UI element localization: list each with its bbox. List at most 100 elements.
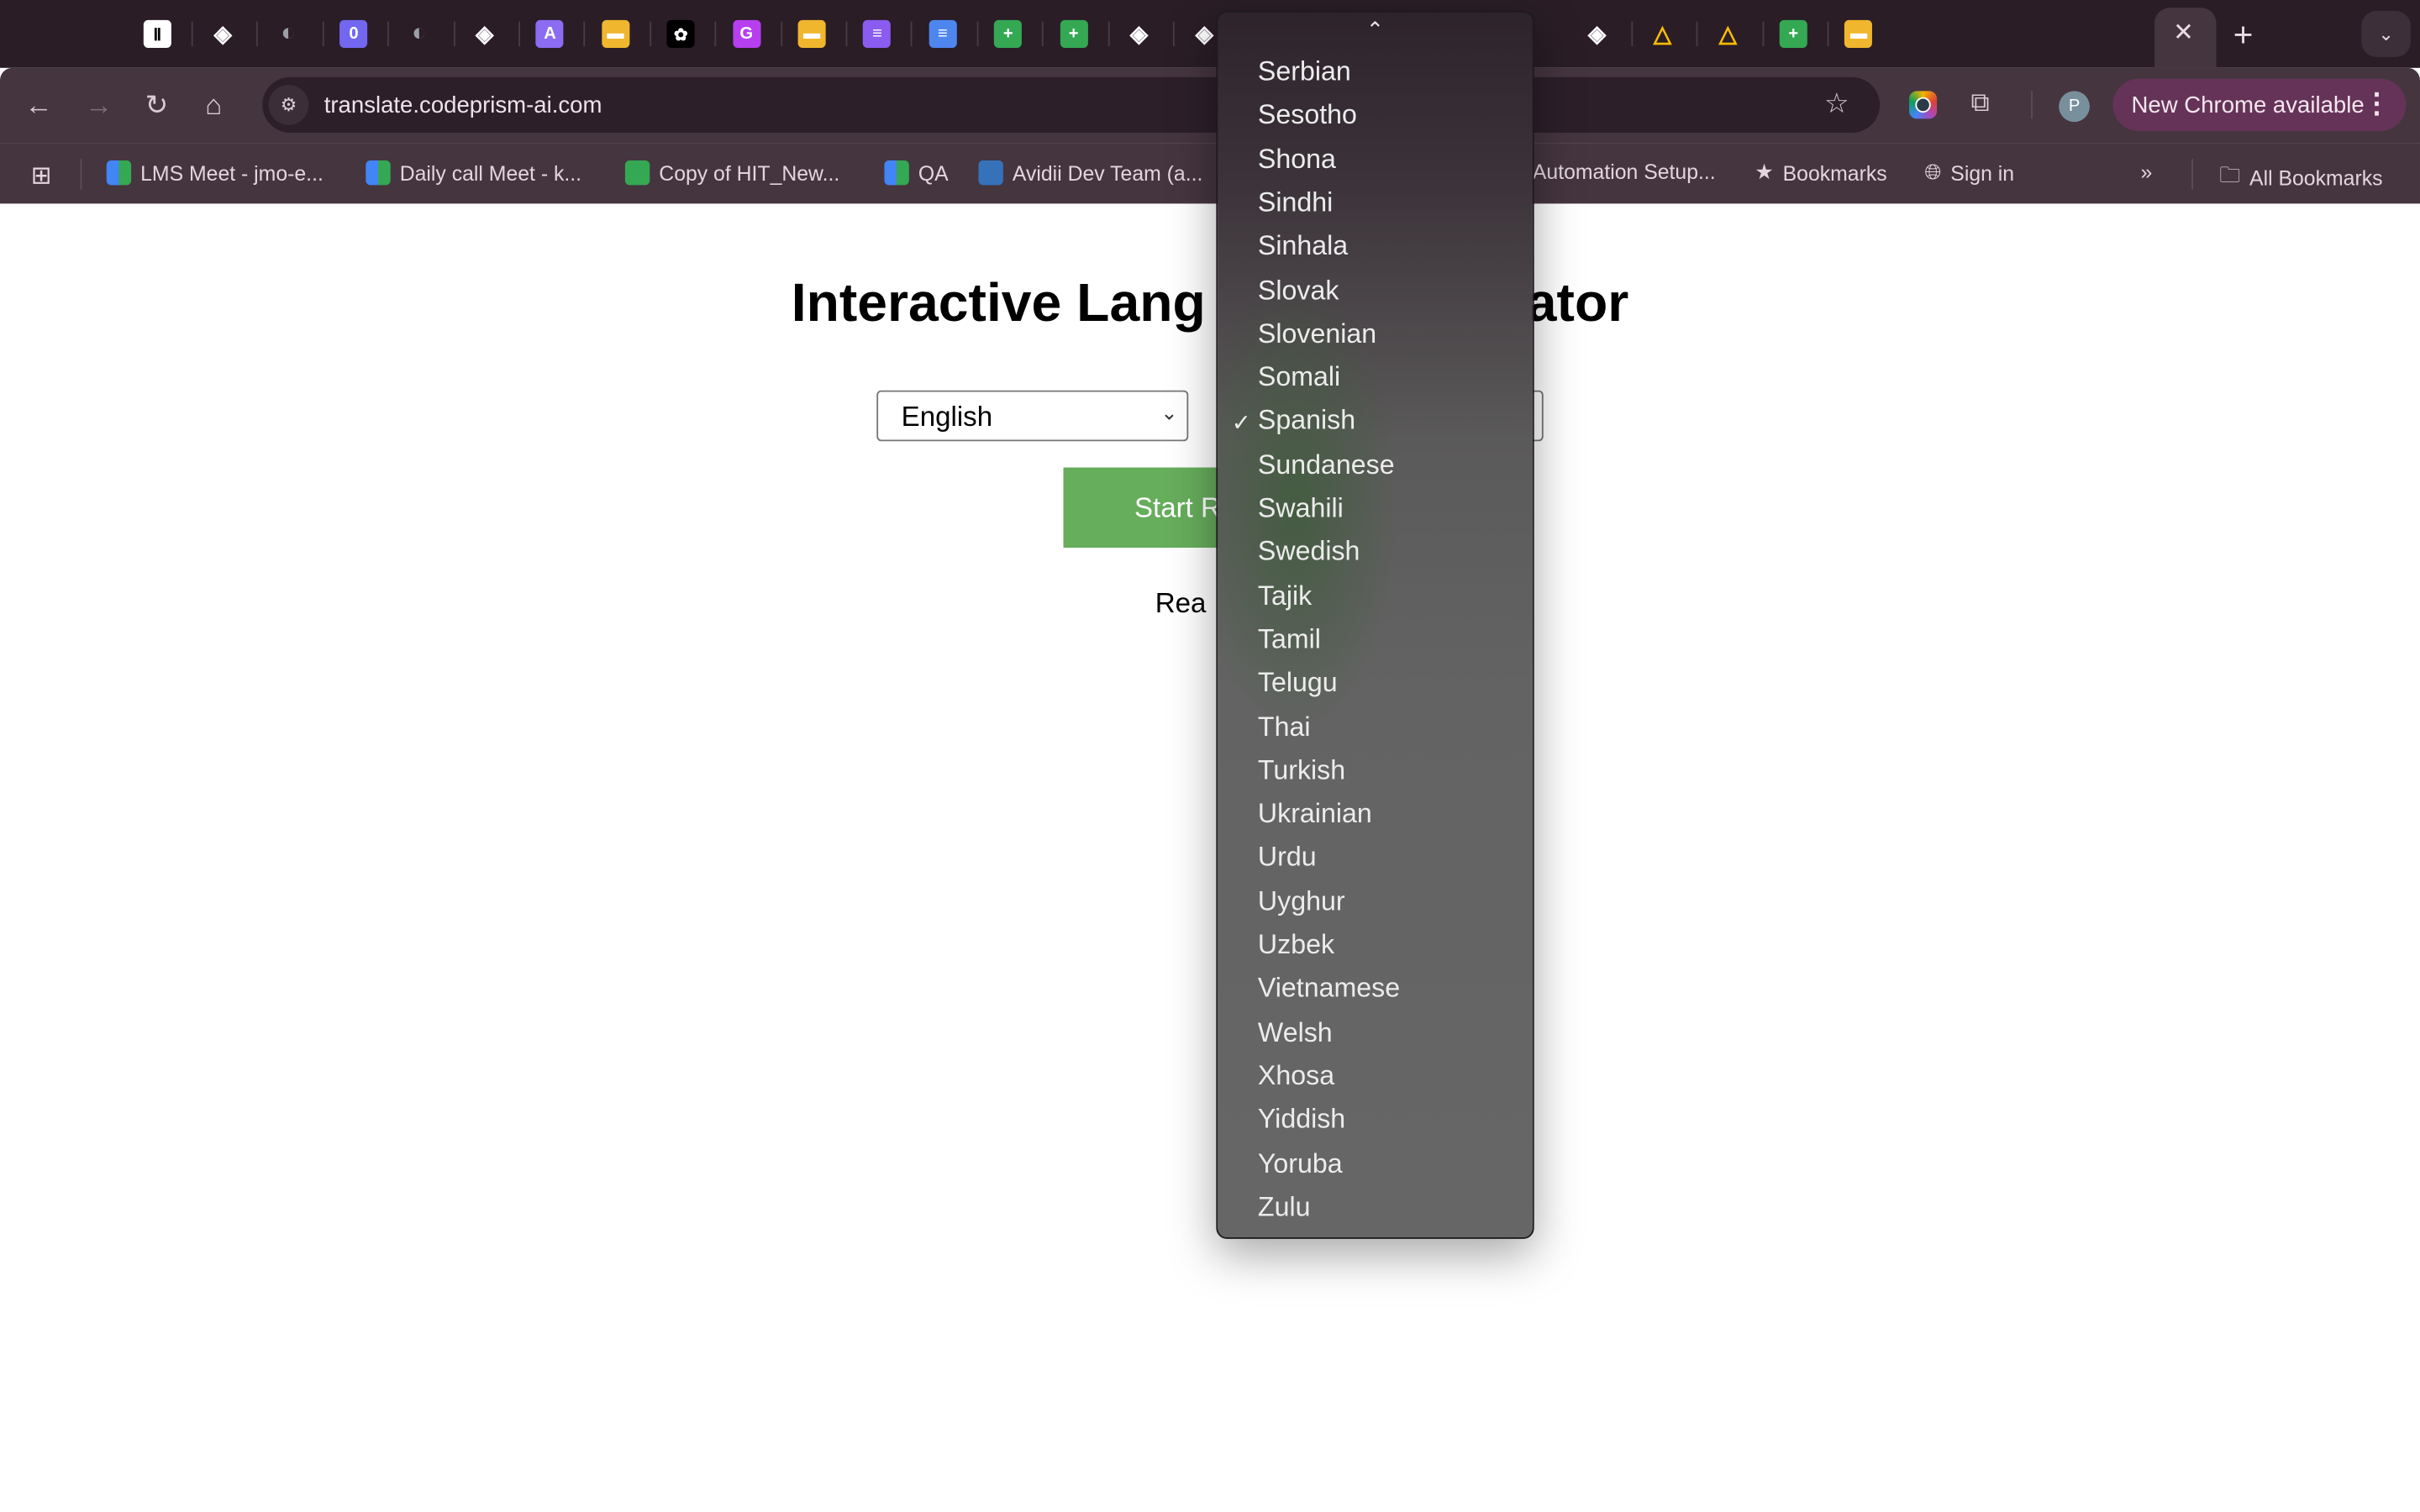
dropdown-option[interactable]: Somali [1258,361,1340,404]
scroll-up-chevron-icon[interactable]: ⌃ [1218,17,1533,43]
forward-button[interactable]: → [85,90,113,121]
bookmarks-divider [80,159,82,190]
diamond-icon[interactable]: ◈ [471,19,499,48]
dropdown-option[interactable]: Uzbek [1258,929,1334,972]
back-button[interactable]: ← [24,90,52,121]
slides-icon[interactable]: ▬ [797,19,826,48]
profile-avatar[interactable]: P [2059,91,2090,123]
extensions-puzzle-icon[interactable]: ⧉ [1971,88,1990,119]
openai-icon[interactable]: ✿ [666,19,695,48]
slides-icon[interactable]: ▬ [1844,19,1873,48]
tab-separator [1827,21,1829,47]
site-info-icon[interactable]: ⚙ [268,85,309,125]
language-dropdown-menu[interactable]: ⌃ Serbian Sesotho Shona Sindhi Sinhala Slovak… [1216,10,1534,1239]
dropdown-option[interactable]: Yiddish [1258,1104,1345,1147]
diamond-icon[interactable]: ◈ [208,19,237,48]
bookmark-bookmarks-folder[interactable]: ★ Bookmarks [1754,160,1886,185]
arc-app-icon[interactable]: A [536,19,565,48]
dropdown-option[interactable]: Zulu [1258,1191,1311,1234]
checkmark-icon: ✓ [1231,411,1251,438]
sheets-icon[interactable]: + [1060,19,1088,48]
tab-separator [649,21,651,47]
source-language-select[interactable]: English ⌄ [876,390,1189,442]
tab-search-button[interactable]: ⌄ [2361,10,2411,57]
pause-icon[interactable]: Ⅱ [143,19,171,48]
bookmark-daily-call[interactable]: Daily call Meet - k... [366,160,581,186]
bookmark-label: LMS Meet - jmo-e... [140,160,324,185]
camera-extension-icon[interactable] [1909,91,1938,119]
bookmark-label: Avidii Dev Team (a... [1012,160,1203,185]
dropdown-option[interactable]: Sesotho [1258,99,1357,142]
hexagon-app-icon[interactable]: G [732,19,760,48]
calendar-app-icon[interactable]: 0 [339,19,368,48]
dropdown-option[interactable]: Sundanese [1258,449,1395,491]
apps-grid-icon[interactable]: ⊞ [31,160,52,192]
sheets-icon[interactable]: + [994,19,1023,48]
bookmark-avidii-dev-team[interactable]: Avidii Dev Team (a... [978,160,1203,186]
url-text[interactable]: translate.codeprism-ai.com [324,92,602,118]
browser-window: Ⅱ ◈ ◐ 0 ◐ ◈ A ▬ ✿ G ▬ ≡ ≡ + + ◈ ◈ ◈ △ △ + ▬ ✕ + ⌄ ← → ↻ ⌂ ⚙ t… [0,0,2420,1512]
dropdown-option[interactable]: Slovenian [1258,318,1376,360]
new-chrome-available-button[interactable]: New Chrome available ⋮ [2112,78,2407,132]
tab-separator [976,21,979,47]
dropdown-option[interactable]: Serbian [1258,55,1351,98]
bookmark-automation-setup[interactable]: Automation Setup... [1533,160,1716,184]
chevron-down-icon: ⌄ [2378,23,2394,45]
chevron-down-icon: ⌄ [1160,401,1178,425]
globe-icon[interactable]: ◐ [405,20,433,48]
dropdown-option[interactable]: Yoruba [1258,1147,1343,1190]
tab-separator [1107,21,1109,47]
bookmark-sign-in[interactable]: 🌐︎ Sign in [1924,160,2014,185]
meet-icon [366,160,391,186]
bookmark-label: QA [918,160,949,185]
tab-separator [453,21,455,47]
diamond-icon[interactable]: ◈ [1583,19,1612,48]
dropdown-option[interactable]: Urdu [1258,842,1317,885]
dropdown-option[interactable]: Swedish [1258,536,1360,579]
dropdown-option[interactable]: Turkish [1258,754,1345,797]
more-bookmarks-button[interactable]: » [2141,160,2153,184]
dropdown-option[interactable]: Slovak [1258,274,1339,317]
dropdown-option[interactable]: Uyghur [1258,885,1345,928]
dropdown-option[interactable]: Spanish [1258,405,1355,448]
more-menu-icon[interactable]: ⋮ [2363,88,2391,121]
diamond-icon[interactable]: ◈ [1124,19,1154,48]
bookmark-copy-of-hit[interactable]: Copy of HIT_New... [624,160,840,186]
dropdown-option[interactable]: Xhosa [1258,1060,1334,1103]
dropdown-option[interactable]: Sindhi [1258,186,1333,229]
dropdown-option[interactable]: Sinhala [1258,230,1348,273]
diamond-icon[interactable]: ◈ [1190,19,1218,48]
dropdown-option[interactable]: Vietnamese [1258,973,1400,1016]
globe-icon[interactable]: ◐ [275,20,302,48]
tab-separator [387,21,390,47]
tab-separator [584,21,586,47]
reload-button[interactable]: ↻ [145,90,169,121]
dropdown-option[interactable]: Swahili [1258,492,1344,535]
dropdown-option[interactable]: Shona [1258,143,1336,186]
all-bookmarks-button[interactable]: 🗀 All Bookmarks [2219,160,2382,196]
drive-icon[interactable]: △ [1648,19,1677,48]
dropdown-option[interactable]: Welsh [1258,1016,1333,1059]
docs-icon[interactable]: ≡ [929,19,957,48]
new-tab-button[interactable]: + [2233,15,2254,55]
stripes-app-icon[interactable]: ≡ [863,19,892,48]
home-button[interactable]: ⌂ [205,90,222,121]
bookmark-qa[interactable]: QA [884,160,949,186]
bookmark-label: Copy of HIT_New... [659,160,840,185]
meet-icon [106,160,132,186]
dropdown-option[interactable]: Thai [1258,711,1311,753]
folder-icon: 🗀 [2219,163,2241,187]
dropdown-option[interactable]: Tajik [1258,580,1312,622]
dropdown-option[interactable]: Ukrainian [1258,798,1372,841]
drive-icon[interactable]: △ [1713,19,1742,48]
sheets-icon[interactable]: + [1779,19,1807,48]
close-tab-icon[interactable]: ✕ [2173,20,2194,48]
dropdown-option[interactable]: Telugu [1258,667,1338,710]
tab-separator [1761,21,1764,47]
slides-icon[interactable]: ▬ [601,19,630,48]
all-bookmarks-label: All Bookmarks [2249,166,2383,190]
bookmark-star-icon[interactable]: ☆ [1824,88,1849,121]
bookmark-lms-meet[interactable]: LMS Meet - jmo-e... [106,160,324,186]
dropdown-option[interactable]: Tamil [1258,623,1321,666]
tab-separator [1631,21,1633,47]
